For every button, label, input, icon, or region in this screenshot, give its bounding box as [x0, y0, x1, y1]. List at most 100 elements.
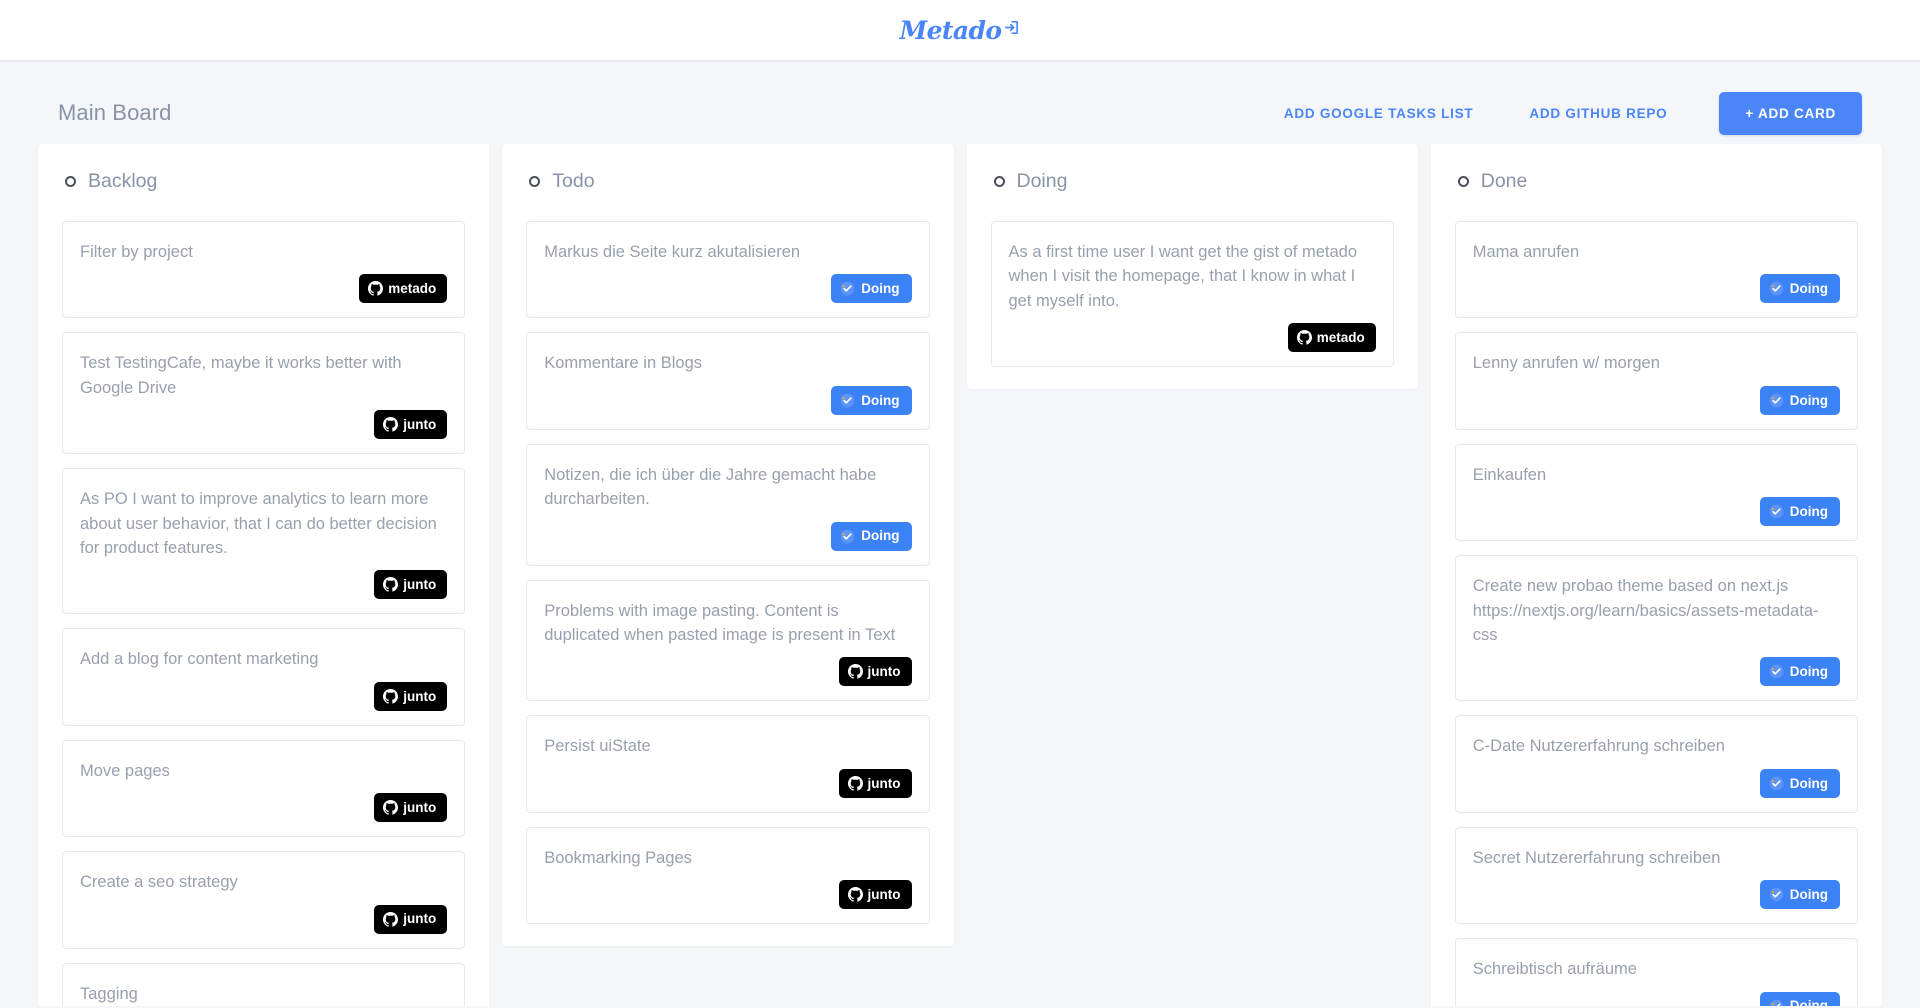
github-repo-badge[interactable]: junto — [374, 410, 448, 440]
google-tasks-list-badge[interactable]: Doing — [1759, 657, 1840, 687]
kanban-column-doing: Doing As a first time user I want get the… — [966, 144, 1418, 390]
google-tasks-list-badge[interactable]: Doing — [1759, 385, 1840, 415]
github-icon — [383, 417, 399, 432]
task-card-footer: metado — [1009, 323, 1376, 353]
task-card-text: Markus die Seite kurz akutalisieren — [544, 243, 801, 261]
column-title: Backlog — [88, 170, 158, 192]
column-header: Todo — [526, 170, 929, 193]
github-repo-badge[interactable]: metado — [359, 274, 448, 304]
task-card[interactable]: Einkaufen Doing — [1454, 443, 1858, 542]
task-card-footer: junto — [544, 657, 912, 687]
badge-label: junto — [403, 416, 437, 432]
task-card[interactable]: Notizen, die ich über die Jahre gemacht … — [526, 443, 930, 566]
github-repo-badge[interactable]: junto — [838, 880, 912, 910]
task-card-footer: Doing — [1473, 991, 1840, 1006]
badge-label: Doing — [1789, 998, 1828, 1006]
app-logo-text: Metado — [899, 15, 1002, 45]
kanban-column-done: Done Mama anrufen Doing Lenny anrufen w/ mo… — [1430, 144, 1882, 1006]
task-card[interactable]: Kommentare in Blogs Doing — [526, 332, 930, 430]
task-card-footer: junto — [80, 904, 448, 934]
task-card-footer: Doing — [544, 521, 912, 551]
task-card[interactable]: Add a blog for content marketing junto — [62, 628, 466, 726]
task-card-footer: Doing — [1473, 274, 1840, 304]
github-repo-badge[interactable]: junto — [374, 570, 448, 600]
column-header: Doing — [991, 170, 1394, 193]
google-tasks-list-badge[interactable]: Doing — [1759, 274, 1840, 304]
task-card[interactable]: Secret Nutzererfahrung schreiben Doing — [1454, 826, 1858, 925]
badge-label: junto — [403, 577, 437, 593]
github-repo-badge[interactable]: junto — [374, 793, 448, 823]
google-tasks-list-badge[interactable]: Doing — [1759, 991, 1840, 1006]
task-card-footer: Doing — [1473, 385, 1840, 415]
task-card[interactable]: C-Date Nutzererfahrung schreiben Doing — [1454, 715, 1858, 813]
github-icon — [383, 911, 399, 927]
task-card-text: As PO I want to improve analytics to lea… — [80, 490, 437, 558]
task-card[interactable]: Move pages junto — [62, 739, 466, 838]
column-title: Todo — [552, 170, 595, 192]
task-card-footer: junto — [544, 880, 912, 910]
task-card-text: Create a seo strategy — [80, 873, 238, 892]
task-card-footer: junto — [80, 793, 448, 823]
github-icon — [383, 688, 399, 704]
google-tasks-list-badge[interactable]: Doing — [831, 385, 912, 415]
google-tasks-icon — [1769, 776, 1784, 791]
task-card-footer: Doing — [1473, 880, 1840, 910]
task-card-text: Secret Nutzererfahrung schreiben — [1472, 848, 1721, 867]
google-tasks-list-badge[interactable]: Doing — [831, 521, 912, 551]
add-google-tasks-list-button[interactable]: ADD GOOGLE TASKS LIST — [1280, 98, 1478, 129]
task-card[interactable]: Create a seo strategy junto — [62, 851, 466, 949]
task-card-text: Create new probao theme based on next.js… — [1472, 577, 1819, 645]
task-card[interactable]: Tagging — [62, 962, 466, 1006]
github-repo-badge[interactable]: metado — [1287, 323, 1376, 353]
task-card[interactable]: As a first time user I want get the gist… — [990, 221, 1394, 368]
task-card[interactable]: Markus die Seite kurz akutalisieren Doing — [526, 221, 930, 319]
circle-icon — [993, 176, 1005, 187]
task-card[interactable]: Create new probao theme based on next.js… — [1454, 555, 1858, 702]
google-tasks-icon — [840, 281, 855, 296]
task-card-text: Notizen, die ich über die Jahre gemacht … — [544, 465, 877, 509]
task-card[interactable]: Mama anrufen Doing — [1454, 221, 1858, 319]
task-card[interactable]: Test TestingCafe, maybe it works better … — [62, 332, 466, 455]
task-card-text: Einkaufen — [1472, 465, 1547, 484]
task-card[interactable]: Problems with image pasting. Content is … — [526, 579, 930, 702]
google-tasks-icon — [840, 529, 855, 544]
task-card-text: Kommentare in Blogs — [544, 354, 702, 373]
badge-label: Doing — [861, 392, 900, 408]
badge-label: metado — [1316, 329, 1365, 345]
badge-label: junto — [403, 800, 437, 815]
github-repo-badge[interactable]: junto — [838, 657, 912, 687]
google-tasks-icon — [1769, 664, 1784, 679]
app-header: Metado — [0, 0, 1920, 60]
github-repo-badge[interactable]: junto — [838, 768, 912, 798]
google-tasks-list-badge[interactable]: Doing — [1759, 880, 1840, 910]
task-card[interactable]: Bookmarking Pages junto — [526, 826, 930, 925]
task-card[interactable]: As PO I want to improve analytics to lea… — [62, 468, 466, 615]
badge-label: Doing — [1789, 775, 1828, 791]
task-card-text: Filter by project — [80, 243, 193, 261]
github-repo-badge[interactable]: junto — [374, 681, 448, 711]
google-tasks-list-badge[interactable]: Doing — [1759, 768, 1840, 798]
github-icon — [1296, 330, 1312, 345]
app-logo[interactable]: Metado — [900, 16, 1021, 45]
google-tasks-icon — [1769, 393, 1784, 408]
badge-label: junto — [403, 911, 437, 927]
task-card[interactable]: Filter by project metado — [62, 221, 466, 319]
task-card-text: Lenny anrufen w/ morgen — [1472, 354, 1660, 373]
task-card[interactable]: Schreibtisch aufräume Doing — [1454, 938, 1858, 1006]
task-card[interactable]: Lenny anrufen w/ morgen Doing — [1454, 332, 1858, 430]
google-tasks-list-badge[interactable]: Doing — [831, 274, 912, 304]
board-header: Main Board ADD GOOGLE TASKS LIST ADD GIT… — [0, 82, 1920, 144]
card-list: Mama anrufen Doing Lenny anrufen w/ morgen… — [1454, 221, 1858, 1006]
task-card-text: Mama anrufen — [1472, 243, 1580, 261]
google-tasks-list-badge[interactable]: Doing — [1759, 497, 1840, 527]
board-header-actions: ADD GOOGLE TASKS LIST ADD GITHUB REPO + … — [1280, 91, 1862, 135]
github-repo-badge[interactable]: junto — [374, 904, 448, 934]
task-card-footer: junto — [544, 768, 912, 798]
card-list: Markus die Seite kurz akutalisieren Doing… — [526, 221, 930, 925]
add-github-repo-button[interactable]: ADD GITHUB REPO — [1525, 98, 1671, 129]
add-card-button[interactable]: + ADD CARD — [1719, 91, 1862, 135]
circle-icon — [65, 176, 76, 187]
task-card[interactable]: Persist uiState junto — [526, 715, 930, 813]
task-card-text: As a first time user I want get the gist… — [1008, 243, 1358, 310]
github-icon — [847, 775, 863, 791]
